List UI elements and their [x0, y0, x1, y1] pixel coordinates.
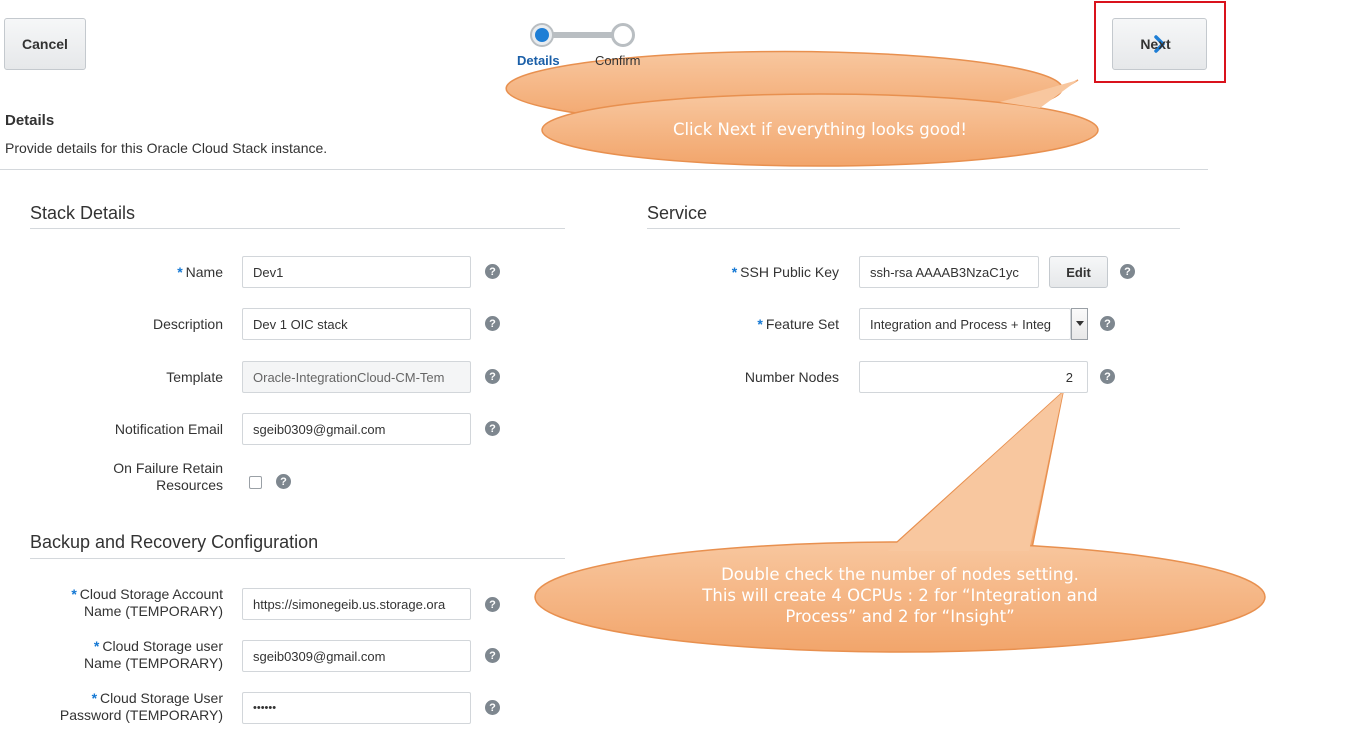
template-label: Template — [166, 369, 223, 385]
backup-divider — [30, 558, 565, 559]
help-icon[interactable]: ? — [1100, 316, 1115, 331]
section-title-stack-details: Stack Details — [30, 203, 136, 223]
notification-email-field[interactable]: sgeib0309@gmail.com — [242, 413, 471, 445]
service-divider — [647, 228, 1180, 229]
feature-set-select[interactable]: Integration and Process + Integ — [859, 308, 1071, 340]
next-button[interactable]: Next — [1112, 18, 1207, 70]
help-icon[interactable]: ? — [485, 648, 500, 663]
help-icon[interactable]: ? — [485, 316, 500, 331]
chevron-down-icon[interactable] — [1071, 308, 1088, 340]
section-title-backup: Backup and Recovery Configuration — [30, 532, 319, 552]
on-failure-retain-checkbox[interactable] — [249, 476, 262, 489]
train-stop-confirm[interactable] — [611, 23, 635, 47]
description-label: Description — [152, 316, 223, 332]
train-stop-details[interactable] — [530, 23, 554, 47]
stack-details-divider — [30, 228, 565, 229]
cloud-storage-user-field[interactable]: sgeib0309@gmail.com — [242, 640, 471, 672]
description-field[interactable]: Dev 1 OIC stack — [242, 308, 471, 340]
cloud-storage-account-field[interactable]: https://simonegeib.us.storage.ora — [242, 588, 471, 620]
next-button-label: Next — [1140, 35, 1171, 52]
help-icon[interactable]: ? — [485, 597, 500, 612]
notification-email-label: Notification Email — [114, 421, 223, 437]
help-icon[interactable]: ? — [485, 369, 500, 384]
train-label-details[interactable]: Details — [517, 53, 560, 68]
callout-next-hint: Click Next if everything looks good! — [672, 120, 968, 139]
help-icon[interactable]: ? — [1120, 264, 1135, 279]
edit-ssh-key-button[interactable]: Edit — [1049, 256, 1108, 288]
feature-set-label: * Feature Set — [757, 316, 839, 332]
ssh-public-key-field[interactable]: ssh-rsa AAAAB3NzaC1yc — [859, 256, 1039, 288]
help-icon[interactable]: ? — [485, 700, 500, 715]
help-icon[interactable]: ? — [485, 421, 500, 436]
help-icon[interactable]: ? — [276, 474, 291, 489]
page-description: Provide details for this Oracle Cloud St… — [5, 140, 328, 156]
cloud-storage-password-label: * Cloud Storage User Password (TEMPORARY) — [59, 690, 223, 723]
section-title-service: Service — [647, 203, 708, 223]
cancel-button[interactable]: Cancel — [4, 18, 86, 70]
heading-divider — [0, 169, 1208, 170]
on-failure-retain-label: On Failure Retain Resources — [113, 460, 223, 493]
cloud-storage-password-field[interactable]: •••••• — [242, 692, 471, 724]
train-label-confirm[interactable]: Confirm — [595, 53, 641, 68]
name-label: * Name — [177, 264, 223, 280]
cloud-storage-account-label: * Cloud Storage Account Name (TEMPORARY) — [71, 586, 223, 619]
template-field: Oracle-IntegrationCloud-CM-Tem — [242, 361, 471, 393]
number-nodes-label: Number Nodes — [744, 369, 839, 385]
ssh-public-key-label: * SSH Public Key — [731, 264, 839, 280]
cloud-storage-user-label: * Cloud Storage user Name (TEMPORARY) — [84, 638, 223, 671]
help-icon[interactable]: ? — [485, 264, 500, 279]
callout-nodes-hint: Double check the number of nodes setting… — [702, 565, 1098, 626]
page-title: Details — [5, 112, 55, 129]
name-field[interactable]: Dev1 — [242, 256, 471, 288]
help-icon[interactable]: ? — [1100, 369, 1115, 384]
number-nodes-field[interactable]: 2 — [859, 361, 1088, 393]
